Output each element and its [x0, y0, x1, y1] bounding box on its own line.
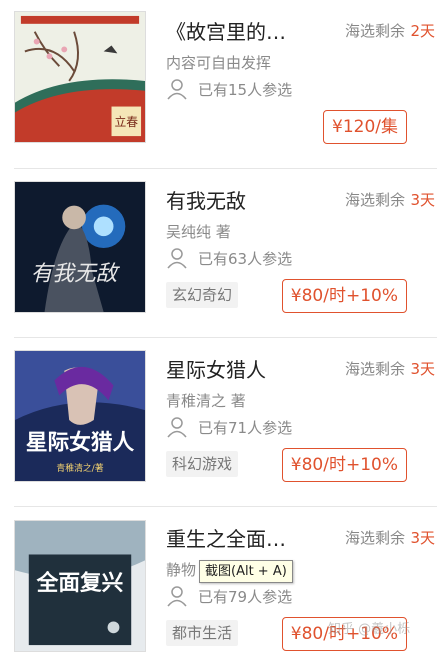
book-author: 吴纯纯 著 — [166, 223, 231, 241]
days-remaining: 3天 — [410, 360, 435, 378]
participant-count: 已有71人参选 — [198, 418, 293, 437]
remaining-label: 海选剩余 — [344, 529, 405, 547]
palace-roof-cover-icon: 立春 — [15, 12, 145, 142]
participants-row: 已有63人参选 — [166, 247, 292, 269]
remaining-label: 海选剩余 — [344, 191, 405, 209]
list-item[interactable]: 立春 《故宫里的… 海选剩余 2天 内容可自由发挥 已有15人参选 ¥120/集 — [0, 0, 447, 169]
cover-text: 星际女猎人 — [26, 429, 135, 455]
remaining-label: 海选剩余 — [344, 360, 405, 378]
participant-count: 已有79人参选 — [198, 587, 293, 606]
user-icon — [167, 248, 187, 269]
fantasy-warrior-cover-icon: 有我无敌 — [15, 182, 145, 312]
price-button[interactable]: ¥80/时+10% — [281, 448, 407, 482]
book-title[interactable]: 《故宫里的… — [166, 16, 306, 45]
book-cover[interactable]: 立春 — [14, 11, 146, 143]
genre-tag: 玄幻奇幻 — [166, 282, 239, 308]
book-title[interactable]: 有我无敌 — [166, 185, 306, 214]
book-subtitle: 内容可自由发挥 — [166, 54, 272, 72]
book-cover[interactable]: 全面复兴 — [14, 520, 146, 652]
user-icon — [167, 586, 187, 607]
remaining-label: 海选剩余 — [344, 22, 405, 40]
watermark: 知乎 @羲小栎 — [328, 622, 411, 637]
genre-tag: 都市生活 — [166, 620, 239, 646]
book-title[interactable]: 重生之全面… — [166, 523, 306, 552]
cover-text: 立春 — [114, 115, 138, 129]
user-icon — [167, 79, 187, 100]
cover-text: 有我无敌 — [31, 261, 121, 286]
price-button[interactable]: ¥120/集 — [323, 110, 407, 144]
price-button[interactable]: ¥80/时+10% — [281, 279, 407, 313]
cover-text: 青稚清之/著 — [56, 462, 103, 474]
book-title[interactable]: 星际女猎人 — [166, 354, 306, 383]
genre-tag: 科幻游戏 — [166, 451, 239, 477]
book-cover[interactable]: 有我无敌 — [14, 181, 146, 313]
participants-row: 已有71人参选 — [166, 416, 292, 438]
screenshot-tooltip: 截图(Alt + A) — [199, 560, 293, 583]
participant-count: 已有63人参选 — [198, 249, 293, 268]
city-revival-cover-icon: 全面复兴 — [15, 521, 145, 651]
scifi-huntress-cover-icon: 星际女猎人 青稚清之/著 — [15, 351, 145, 481]
book-author: 静物 — [166, 561, 197, 579]
days-remaining: 3天 — [410, 191, 435, 209]
participant-count: 已有15人参选 — [198, 80, 293, 99]
list-item[interactable]: 有我无敌 有我无敌 海选剩余 3天 吴纯纯 著 已有63人参选 玄幻奇幻 ¥80… — [0, 169, 447, 338]
list-item[interactable]: 星际女猎人 青稚清之/著 星际女猎人 海选剩余 3天 青稚清之 著 已有71人参… — [0, 338, 447, 507]
book-cover[interactable]: 星际女猎人 青稚清之/著 — [14, 350, 146, 482]
participants-row: 已有15人参选 — [166, 78, 292, 100]
book-author: 青稚清之 著 — [166, 392, 246, 410]
user-icon — [167, 417, 187, 438]
days-remaining: 2天 — [410, 22, 435, 40]
participants-row: 已有79人参选 — [166, 585, 292, 607]
days-remaining: 3天 — [410, 529, 435, 547]
cover-text: 全面复兴 — [36, 570, 124, 596]
